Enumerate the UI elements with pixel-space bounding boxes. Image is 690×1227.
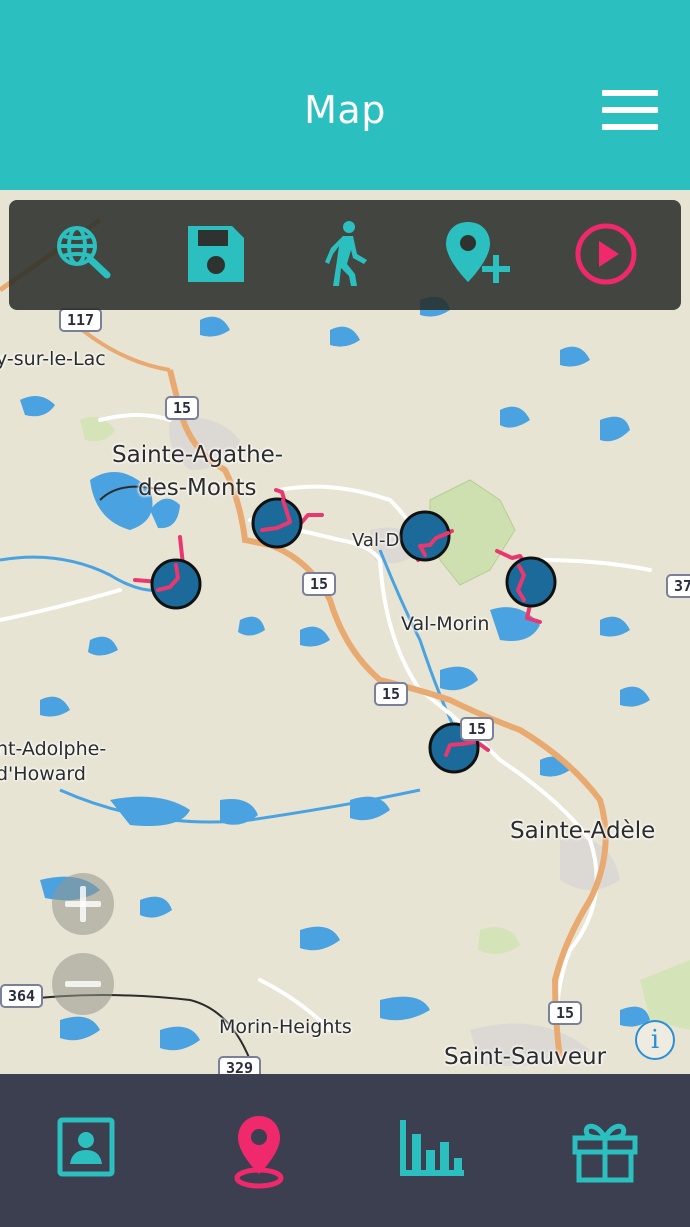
place-label: Morin-Heights <box>219 1016 352 1038</box>
map-toolbar <box>9 200 681 310</box>
play-icon[interactable] <box>572 220 642 290</box>
map-pin-icon[interactable] <box>219 1112 299 1192</box>
map-view[interactable]: y-sur-le-Lac Sainte-Agathe- des-Monts Va… <box>0 190 690 1074</box>
place-label: y-sur-le-Lac <box>0 348 106 370</box>
bottom-nav <box>0 1074 690 1227</box>
route-shield: 15 <box>374 682 409 706</box>
info-icon[interactable]: i <box>635 1020 675 1060</box>
save-icon[interactable] <box>180 220 250 290</box>
place-label: des-Monts <box>138 475 257 501</box>
route-shield: 37 <box>666 574 690 598</box>
zoom-in-button[interactable] <box>52 873 114 935</box>
route-shield: 15 <box>460 717 495 741</box>
place-label: nt-Adolphe- <box>0 738 107 760</box>
place-label: Val-Morin <box>401 613 490 635</box>
place-label: d'Howard <box>0 763 86 785</box>
menu-icon[interactable] <box>600 88 660 132</box>
walking-icon[interactable] <box>311 220 381 290</box>
profile-icon[interactable] <box>46 1112 126 1192</box>
zoom-out-button[interactable] <box>52 953 114 1015</box>
route-markers <box>150 497 557 774</box>
place-label: Sainte-Agathe- <box>112 442 284 468</box>
add-location-icon[interactable] <box>442 220 512 290</box>
route-shield: 364 <box>0 984 44 1008</box>
page-title: Map <box>304 88 386 132</box>
route-shield: 117 <box>59 308 103 332</box>
place-label: Saint-Sauveur <box>444 1044 607 1070</box>
globe-search-icon[interactable] <box>49 220 119 290</box>
stats-icon[interactable] <box>392 1112 472 1192</box>
place-label: Val-D <box>352 530 400 551</box>
route-marker[interactable] <box>251 497 303 549</box>
route-shield: 15 <box>165 396 200 420</box>
app-header: Map <box>0 0 690 190</box>
route-marker[interactable] <box>505 556 557 608</box>
route-shield: 329 <box>218 1056 262 1074</box>
place-label: Sainte-Adèle <box>510 818 656 844</box>
route-shield: 15 <box>548 1001 583 1025</box>
gift-icon[interactable] <box>565 1112 645 1192</box>
route-shield: 15 <box>302 572 337 596</box>
